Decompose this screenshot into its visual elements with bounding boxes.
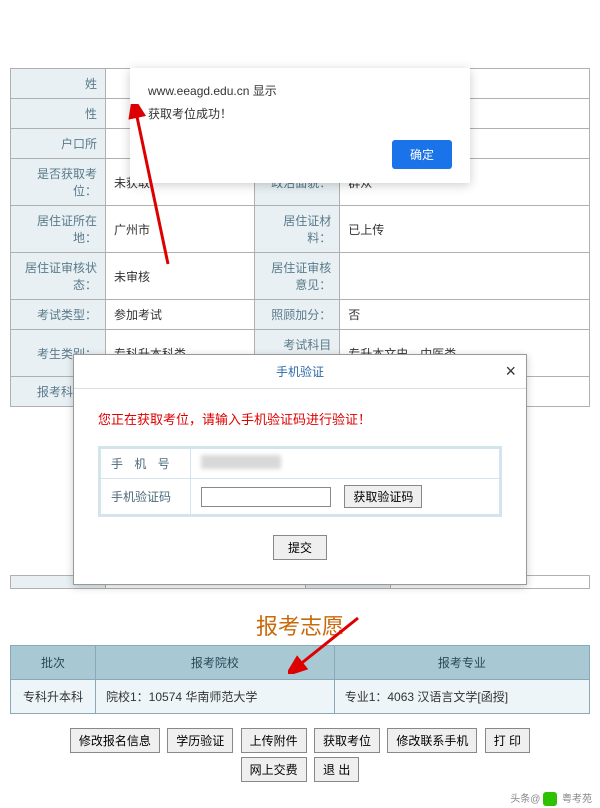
value-audit-opinion xyxy=(340,253,590,300)
value-bonus: 否 xyxy=(340,300,590,330)
wechat-icon xyxy=(543,792,557,806)
label-exam-type: 考试类型： xyxy=(11,300,106,330)
label-residence-material: 居住证材料： xyxy=(255,206,340,253)
label-audit-status: 居住证审核状态： xyxy=(11,253,106,300)
col-school: 报考院校 xyxy=(96,646,335,680)
alert-message: 获取考位成功！ xyxy=(148,105,452,122)
get-seat-button[interactable]: 获取考位 xyxy=(314,728,380,753)
col-batch: 批次 xyxy=(11,646,96,680)
cell-school: 院校1：10574 华南师范大学 xyxy=(96,680,335,714)
label-gender: 性 xyxy=(11,99,106,129)
upload-attach-button[interactable]: 上传附件 xyxy=(241,728,307,753)
volunteer-table: 批次 报考院校 报考专业 专科升本科 院校1：10574 华南师范大学 专业1：… xyxy=(10,645,590,714)
footer-source: 头条@ xyxy=(510,794,540,805)
table-row: 专科升本科 院校1：10574 华南师范大学 专业1：4063 汉语言文学[函授… xyxy=(11,680,590,714)
alert-ok-button[interactable]: 确定 xyxy=(392,140,452,169)
action-button-row: 修改报名信息 学历验证 上传附件 获取考位 修改联系手机 打 印 网上交费 退 … xyxy=(0,728,600,782)
label-name: 姓 xyxy=(11,69,106,99)
close-icon[interactable]: × xyxy=(505,361,516,382)
online-pay-button[interactable]: 网上交费 xyxy=(241,757,307,782)
label-residence-addr: 居住证所在地： xyxy=(11,206,106,253)
browser-alert: www.eeagd.edu.cn 显示 获取考位成功！ 确定 xyxy=(130,68,470,183)
label-phone-code: 手机验证码 xyxy=(101,479,191,515)
exit-button[interactable]: 退 出 xyxy=(314,757,359,782)
label-seat: 是否获取考位： xyxy=(11,159,106,206)
edu-verify-button[interactable]: 学历验证 xyxy=(167,728,233,753)
footer-account: 粤考苑 xyxy=(562,794,592,805)
value-phone-number xyxy=(191,449,500,479)
label-bonus: 照顾加分： xyxy=(255,300,340,330)
phone-code-input[interactable] xyxy=(201,487,331,507)
phone-number-masked xyxy=(201,455,281,469)
phone-modal-title: 手机验证 xyxy=(276,365,324,379)
label-audit-opinion: 居住证审核意见： xyxy=(255,253,340,300)
col-major: 报考专业 xyxy=(334,646,589,680)
modify-info-button[interactable]: 修改报名信息 xyxy=(70,728,160,753)
label-phone-number: 手 机 号 xyxy=(101,449,191,479)
print-button[interactable]: 打 印 xyxy=(485,728,530,753)
phone-modal-warning: 您正在获取考位，请输入手机验证码进行验证！ xyxy=(98,409,502,428)
phone-verify-modal: 手机验证 × 您正在获取考位，请输入手机验证码进行验证！ 手 机 号 手机验证码… xyxy=(73,354,527,585)
value-residence-addr: 广州市 xyxy=(106,206,255,253)
footer: 头条@ 粤考苑 xyxy=(0,788,600,808)
modify-phone-button[interactable]: 修改联系手机 xyxy=(387,728,477,753)
alert-url: www.eeagd.edu.cn 显示 xyxy=(148,82,452,99)
value-exam-type: 参加考试 xyxy=(106,300,255,330)
value-audit-status: 未审核 xyxy=(106,253,255,300)
label-hukou: 户口所 xyxy=(11,129,106,159)
cell-major: 专业1：4063 汉语言文学[函授] xyxy=(334,680,589,714)
volunteer-title: 报考志愿 xyxy=(0,609,600,641)
value-residence-material: 已上传 xyxy=(340,206,590,253)
cell-batch: 专科升本科 xyxy=(11,680,96,714)
get-code-button[interactable]: 获取验证码 xyxy=(344,485,422,508)
phone-submit-button[interactable]: 提交 xyxy=(273,535,327,560)
